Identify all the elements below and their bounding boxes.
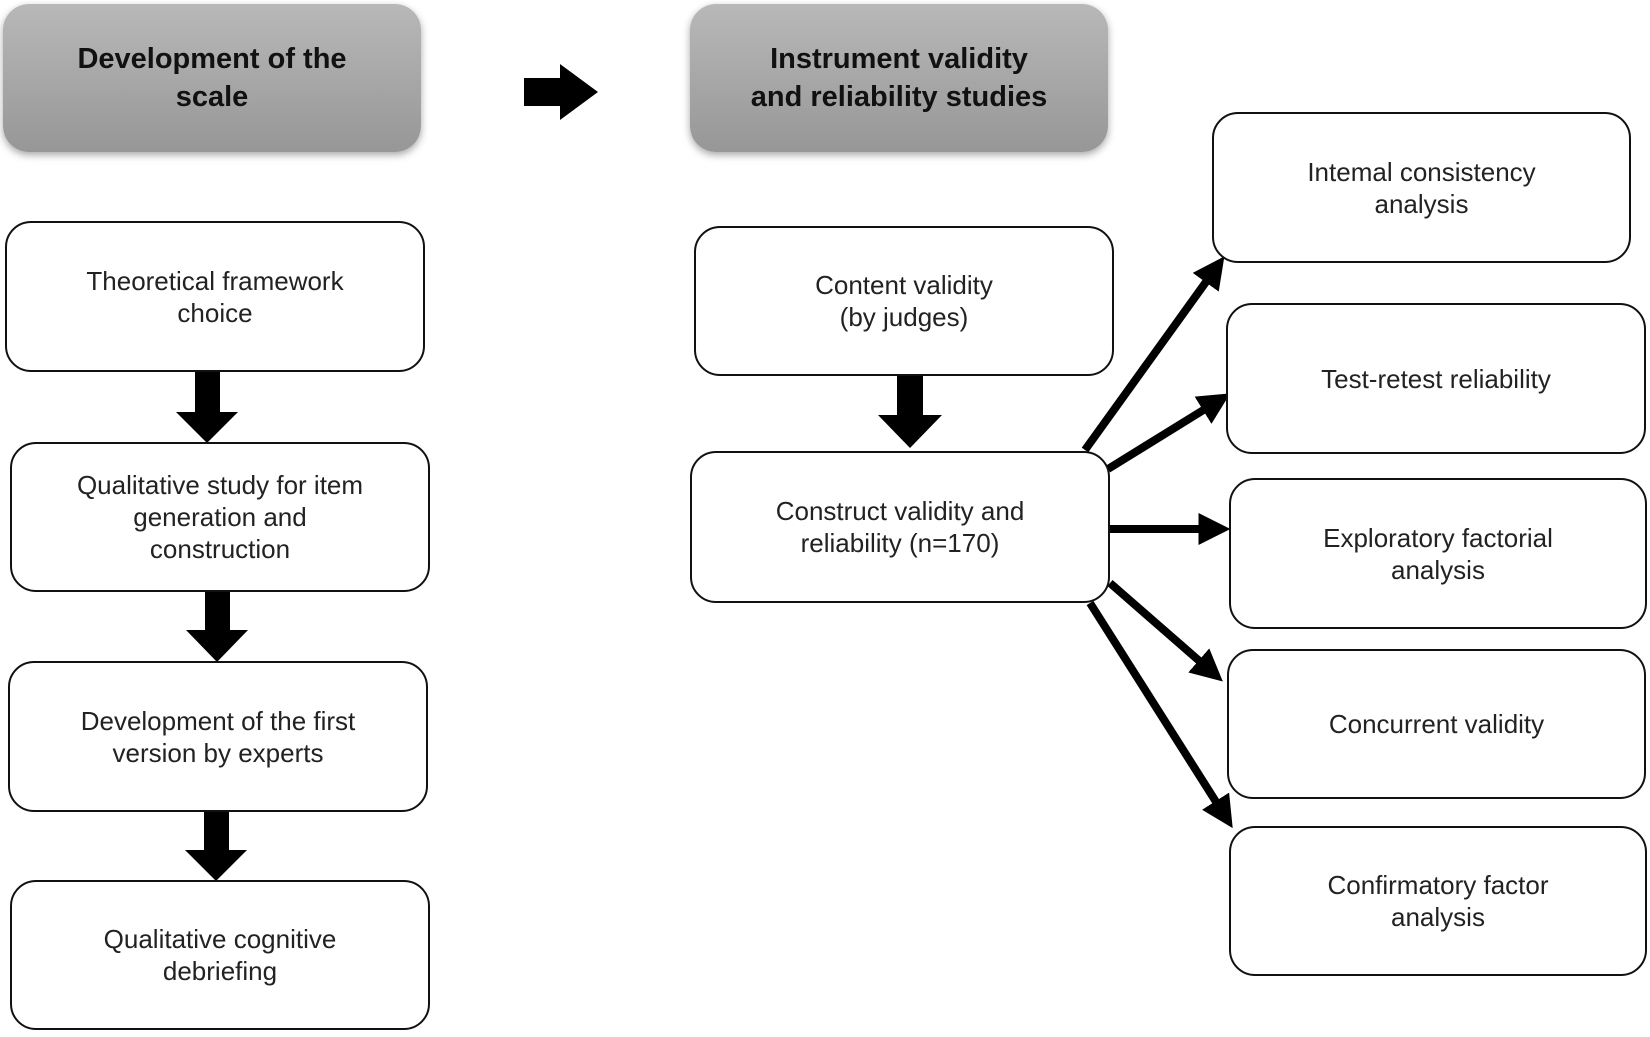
analysis-exploratory-factorial: Exploratory factorial analysis [1229,478,1647,629]
analysis-concurrent-validity: Concurrent validity [1227,649,1646,799]
analysis-label: Test-retest reliability [1321,363,1551,394]
analysis-label: Intemal consistency analysis [1307,156,1536,219]
step-qualitative-study: Qualitative study for item generation an… [10,442,430,592]
analysis-label: Concurrent validity [1328,709,1545,739]
header-arrow-icon [524,64,598,120]
step-content-validity: Content validity (by judges) [694,226,1114,376]
header-right-label: Instrument validity and reliability stud… [750,43,1048,113]
step-cognitive-debriefing: Qualitative cognitive debriefing [10,880,430,1030]
step-first-version-experts: Development of the first version by expe… [8,661,428,812]
step-label: Qualitative study for item generation an… [76,470,364,564]
down-arrow-2-icon [186,592,248,662]
down-arrow-3-icon [185,812,247,881]
down-arrow-1-icon [176,372,238,443]
down-arrow-middle-icon [878,376,942,448]
analysis-confirmatory-factor: Confirmatory factor analysis [1229,826,1647,976]
analysis-label: Exploratory factorial analysis [1323,522,1553,585]
analysis-test-retest: Test-retest reliability [1226,303,1646,454]
arrow-to-confirmatory [1086,600,1233,829]
step-theoretical-framework: Theoretical framework choice [5,221,425,372]
step-label: Content validity (by judges) [815,270,993,332]
step-label: Theoretical framework choice [86,265,344,328]
step-label: Development of the first version by expe… [80,705,356,768]
step-label: Qualitative cognitive debriefing [103,924,337,986]
header-development-of-scale: Development of the scale [3,4,421,152]
analysis-label: Confirmatory factor analysis [1327,870,1549,932]
arrow-to-test-retest [1105,393,1231,473]
header-validity-reliability-studies: Instrument validity and reliability stud… [690,4,1108,152]
header-left-label: Development of the scale [77,43,347,113]
step-label: Construct validity and reliability (n=17… [775,496,1025,558]
step-construct-validity: Construct validity and reliability (n=17… [690,451,1110,603]
analysis-internal-consistency: Intemal consistency analysis [1212,112,1631,263]
